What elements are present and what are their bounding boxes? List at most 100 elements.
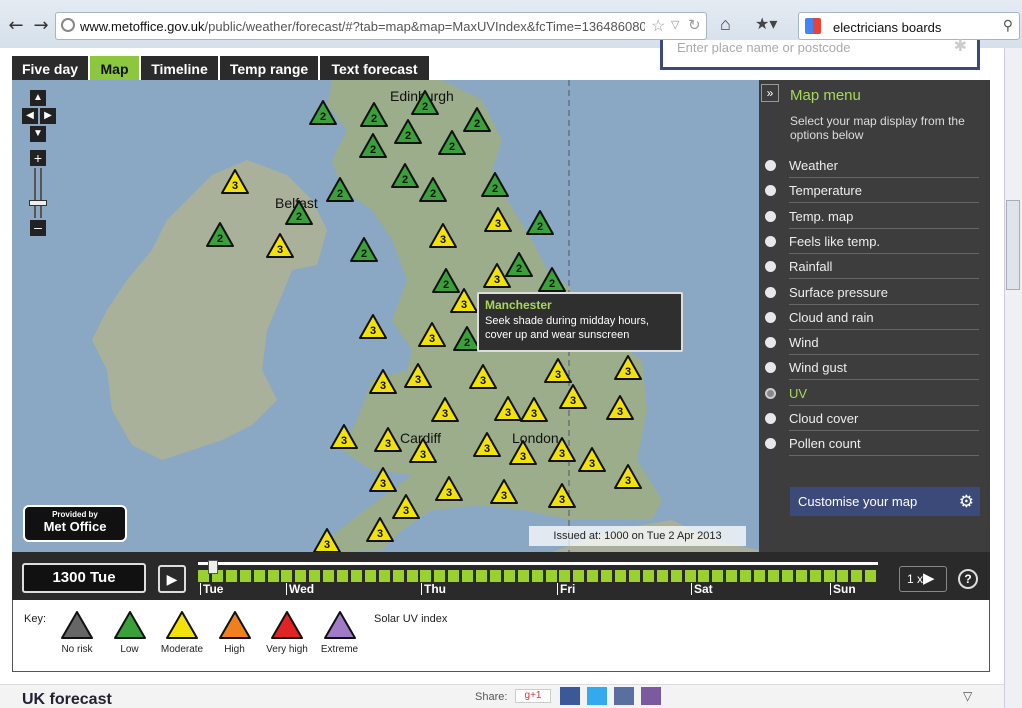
- uv-marker[interactable]: 3: [543, 357, 573, 384]
- time-slot[interactable]: [726, 570, 738, 582]
- map-option[interactable]: Weather: [765, 154, 979, 178]
- time-slot[interactable]: [503, 570, 515, 582]
- map-option[interactable]: Pollen count: [765, 432, 979, 457]
- uv-marker[interactable]: 2: [525, 209, 555, 236]
- uv-marker[interactable]: 3: [483, 206, 513, 233]
- uv-marker[interactable]: 3: [558, 383, 588, 410]
- tab-temp-range[interactable]: Temp range: [220, 56, 318, 82]
- email-icon[interactable]: [614, 687, 634, 705]
- pan-up-icon[interactable]: ▲: [30, 90, 46, 106]
- time-slot[interactable]: [267, 570, 279, 582]
- uv-marker[interactable]: 3: [613, 463, 643, 490]
- zoom-handle[interactable]: [29, 200, 47, 206]
- uv-marker[interactable]: 3: [430, 396, 460, 423]
- uv-marker[interactable]: 2: [410, 89, 440, 116]
- timeline-handle[interactable]: [208, 560, 218, 574]
- time-slot[interactable]: [837, 570, 849, 582]
- time-slot[interactable]: [517, 570, 529, 582]
- time-slot[interactable]: [795, 570, 807, 582]
- collapse-panel-icon[interactable]: »: [761, 84, 779, 102]
- uv-marker[interactable]: 2: [205, 221, 235, 248]
- map-option[interactable]: UV: [765, 382, 979, 406]
- uv-marker[interactable]: 2: [349, 236, 379, 263]
- time-slot[interactable]: [851, 570, 863, 582]
- uv-marker[interactable]: 3: [613, 354, 643, 381]
- time-slot[interactable]: [601, 570, 613, 582]
- star-icon[interactable]: ☆: [651, 16, 665, 36]
- pan-down-icon[interactable]: ▼: [30, 126, 46, 142]
- zoom-out-icon[interactable]: –: [30, 220, 46, 236]
- time-slot[interactable]: [323, 570, 335, 582]
- time-slot[interactable]: [448, 570, 460, 582]
- zoom-slider[interactable]: [34, 168, 42, 218]
- address-bar[interactable]: www.metoffice.gov.uk/public/weather/fore…: [55, 12, 707, 40]
- uv-marker[interactable]: 3: [508, 439, 538, 466]
- expand-icon[interactable]: ▽: [963, 689, 972, 703]
- uv-marker[interactable]: 3: [577, 446, 607, 473]
- time-slot[interactable]: [309, 570, 321, 582]
- time-slot[interactable]: [628, 570, 640, 582]
- uv-marker[interactable]: 3: [489, 478, 519, 505]
- time-slot[interactable]: [740, 570, 752, 582]
- uv-marker[interactable]: 3: [329, 423, 359, 450]
- uv-marker[interactable]: 3: [519, 396, 549, 423]
- pan-left-icon[interactable]: ◀: [22, 108, 38, 124]
- uv-marker[interactable]: 3: [428, 222, 458, 249]
- uv-marker[interactable]: 2: [358, 132, 388, 159]
- reload-icon[interactable]: ↻: [688, 16, 701, 34]
- uv-marker[interactable]: 2: [359, 101, 389, 128]
- time-slot[interactable]: [684, 570, 696, 582]
- time-slot[interactable]: [615, 570, 626, 582]
- time-slot[interactable]: [559, 570, 571, 582]
- map-option[interactable]: Cloud and rain: [765, 306, 979, 330]
- uv-marker[interactable]: 3: [391, 493, 421, 520]
- uv-marker[interactable]: 3: [373, 426, 403, 453]
- uv-marker[interactable]: 2: [393, 118, 423, 145]
- zoom-in-icon[interactable]: +: [30, 150, 46, 166]
- uv-marker[interactable]: 3: [365, 516, 395, 543]
- clear-icon[interactable]: ✱: [954, 36, 967, 56]
- time-slot[interactable]: [239, 570, 251, 582]
- time-slot[interactable]: [767, 570, 779, 582]
- twitter-icon[interactable]: [587, 687, 607, 705]
- uv-marker[interactable]: 3: [368, 466, 398, 493]
- time-slot[interactable]: [420, 570, 432, 582]
- search-box[interactable]: electricians boards ⚲: [798, 12, 1020, 40]
- home-icon[interactable]: ⌂: [720, 14, 731, 35]
- time-slot[interactable]: [587, 570, 599, 582]
- speed-button[interactable]: 1 x▶: [899, 566, 947, 592]
- dropdown-icon[interactable]: ▽: [671, 18, 679, 31]
- search-icon[interactable]: ⚲: [1003, 17, 1013, 34]
- facebook-icon[interactable]: [560, 687, 580, 705]
- print-icon[interactable]: [641, 687, 661, 705]
- map-option[interactable]: Surface pressure: [765, 281, 979, 305]
- time-slot[interactable]: [364, 570, 376, 582]
- time-slot[interactable]: [281, 570, 293, 582]
- time-slot[interactable]: [698, 570, 710, 582]
- uv-marker[interactable]: 2: [325, 176, 355, 203]
- time-slot[interactable]: [253, 570, 265, 582]
- google-plus-icon[interactable]: g+1: [515, 689, 551, 703]
- uv-marker[interactable]: 3: [547, 436, 577, 463]
- time-slot[interactable]: [337, 570, 348, 582]
- tab-map[interactable]: Map: [90, 56, 139, 82]
- map-option[interactable]: Wind gust: [765, 356, 979, 381]
- uv-marker[interactable]: 3: [265, 232, 295, 259]
- uv-marker[interactable]: 3: [358, 313, 388, 340]
- uv-marker[interactable]: 3: [403, 362, 433, 389]
- map-option[interactable]: Temperature: [765, 179, 979, 204]
- uv-marker[interactable]: 3: [434, 475, 464, 502]
- time-slot[interactable]: [378, 570, 390, 582]
- time-slot[interactable]: [656, 570, 668, 582]
- time-slot[interactable]: [754, 570, 765, 582]
- map-option[interactable]: Rainfall: [765, 255, 979, 280]
- map-option[interactable]: Cloud cover: [765, 407, 979, 431]
- time-slot[interactable]: [809, 570, 821, 582]
- pan-right-icon[interactable]: ▶: [40, 108, 56, 124]
- uv-marker[interactable]: 2: [418, 176, 448, 203]
- back-icon[interactable]: ←: [5, 15, 27, 37]
- uv-marker[interactable]: 3: [468, 363, 498, 390]
- uv-marker[interactable]: 2: [437, 129, 467, 156]
- uv-marker[interactable]: 2: [390, 162, 420, 189]
- map-option[interactable]: Temp. map: [765, 205, 979, 229]
